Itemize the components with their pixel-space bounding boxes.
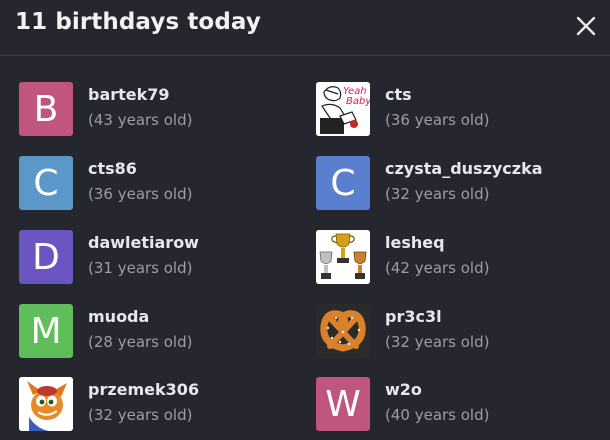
- list-item[interactable]: lesheq (42 years old): [297, 230, 587, 286]
- modal-title: 11 birthdays today: [15, 9, 261, 35]
- user-age: (36 years old): [385, 111, 490, 129]
- user-age: (32 years old): [88, 406, 193, 424]
- list-item[interactable]: Yeah Baby cts (36 years old): [297, 82, 587, 138]
- crash-bandicoot-avatar-icon: [19, 377, 73, 431]
- list-item[interactable]: przemek306 (32 years old): [0, 377, 290, 433]
- close-icon: [576, 16, 596, 36]
- avatar[interactable]: W: [316, 377, 370, 431]
- avatar[interactable]: B: [19, 82, 73, 136]
- user-name[interactable]: pr3c3l: [385, 307, 442, 326]
- user-name[interactable]: bartek79: [88, 85, 170, 104]
- user-age: (36 years old): [88, 185, 193, 203]
- user-age: (32 years old): [385, 333, 490, 351]
- avatar[interactable]: Yeah Baby: [316, 82, 370, 136]
- avatar[interactable]: C: [316, 156, 370, 210]
- birthday-list: B bartek79 (43 years old) C cts86 (36 ye…: [0, 56, 610, 440]
- list-item[interactable]: D dawletiarow (31 years old): [0, 230, 290, 286]
- user-name[interactable]: przemek306: [88, 380, 199, 399]
- list-item[interactable]: W w2o (40 years old): [297, 377, 587, 433]
- user-name[interactable]: dawletiarow: [88, 233, 199, 252]
- user-age: (31 years old): [88, 259, 193, 277]
- user-name[interactable]: cts86: [88, 159, 137, 178]
- avatar[interactable]: [316, 304, 370, 358]
- user-age: (32 years old): [385, 185, 490, 203]
- user-name[interactable]: w2o: [385, 380, 422, 399]
- list-item[interactable]: C cts86 (36 years old): [0, 156, 290, 212]
- user-age: (42 years old): [385, 259, 490, 277]
- list-item[interactable]: C czysta_duszyczka (32 years old): [297, 156, 587, 212]
- user-age: (28 years old): [88, 333, 193, 351]
- user-name[interactable]: czysta_duszyczka: [385, 159, 543, 178]
- birthday-column-right: Yeah Baby cts (36 years old) C czysta_du…: [297, 56, 587, 440]
- user-name[interactable]: muoda: [88, 307, 149, 326]
- avatar[interactable]: [316, 230, 370, 284]
- user-name[interactable]: cts: [385, 85, 412, 104]
- list-item[interactable]: M muoda (28 years old): [0, 304, 290, 360]
- list-item[interactable]: pr3c3l (32 years old): [297, 304, 587, 360]
- yeah-baby-avatar-icon: Yeah Baby: [316, 82, 370, 136]
- trophies-avatar-icon: [316, 230, 370, 284]
- user-age: (43 years old): [88, 111, 193, 129]
- pretzel-avatar-icon: [316, 304, 370, 358]
- avatar[interactable]: [19, 377, 73, 431]
- avatar[interactable]: M: [19, 304, 73, 358]
- list-item[interactable]: B bartek79 (43 years old): [0, 82, 290, 138]
- user-name[interactable]: lesheq: [385, 233, 445, 252]
- birthday-column-left: B bartek79 (43 years old) C cts86 (36 ye…: [0, 56, 290, 440]
- user-age: (40 years old): [385, 406, 490, 424]
- avatar[interactable]: D: [19, 230, 73, 284]
- svg-text:Baby: Baby: [346, 96, 370, 107]
- birthdays-modal: 11 birthdays today B bartek79 (43 years …: [0, 0, 610, 440]
- avatar[interactable]: C: [19, 156, 73, 210]
- close-button[interactable]: [572, 12, 600, 40]
- modal-header: 11 birthdays today: [0, 0, 610, 56]
